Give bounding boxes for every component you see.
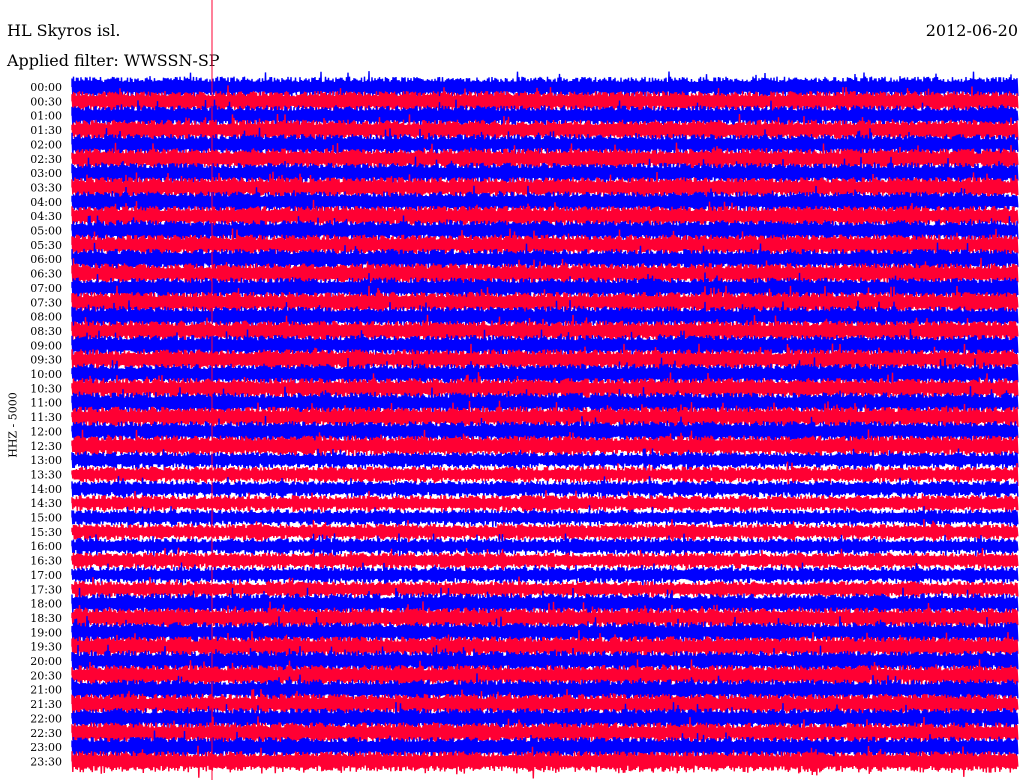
time-label-0230: 02:30 xyxy=(30,153,62,166)
time-label-1300: 13:00 xyxy=(30,454,62,467)
time-label-2100: 21:00 xyxy=(30,684,62,697)
time-label-1100: 11:00 xyxy=(30,397,62,410)
time-label-1430: 14:30 xyxy=(30,497,62,510)
time-label-1400: 14:00 xyxy=(30,483,62,496)
time-label-0300: 03:00 xyxy=(30,167,62,180)
time-label-0330: 03:30 xyxy=(30,181,62,194)
time-label-0400: 04:00 xyxy=(30,196,62,209)
time-label-0800: 08:00 xyxy=(30,311,62,324)
time-label-1730: 17:30 xyxy=(30,583,62,596)
helicorder-plot: 00:0000:30 01:0001:3002:00 02:3003:0003:30… xyxy=(30,0,1019,780)
time-label-1900: 19:00 xyxy=(30,626,62,639)
time-label-1630: 16:30 xyxy=(30,555,62,568)
time-labels: 00:0000:30 01:0001:3002:00 02:3003:0003:30… xyxy=(30,81,62,768)
time-label-0030: 00:30 xyxy=(30,95,62,108)
time-label-2230: 22:30 xyxy=(30,727,62,740)
time-label-2130: 21:30 xyxy=(30,698,62,711)
trace-rows xyxy=(71,71,1019,779)
time-label-1130: 11:30 xyxy=(30,411,62,424)
time-label-2200: 22:00 xyxy=(30,712,62,725)
time-label-1500: 15:00 xyxy=(30,512,62,525)
time-label-0130: 01:30 xyxy=(30,124,62,137)
time-label-0100: 01:00 xyxy=(30,110,62,123)
time-label-0630: 06:30 xyxy=(30,268,62,281)
time-label-1800: 18:00 xyxy=(30,598,62,611)
time-label-0730: 07:30 xyxy=(30,296,62,309)
time-label-0830: 08:30 xyxy=(30,325,62,338)
time-label-0600: 06:00 xyxy=(30,253,62,266)
time-label-0430: 04:30 xyxy=(30,210,62,223)
time-label-2000: 20:00 xyxy=(30,655,62,668)
time-label-0200: 02:00 xyxy=(30,138,62,151)
time-label-2330: 23:30 xyxy=(30,755,62,768)
time-label-0530: 05:30 xyxy=(30,239,62,252)
time-label-1530: 15:30 xyxy=(30,526,62,539)
time-label-1330: 13:30 xyxy=(30,468,62,481)
time-label-2300: 23:00 xyxy=(30,741,62,754)
time-label-1030: 10:30 xyxy=(30,382,62,395)
time-label-0930: 09:30 xyxy=(30,354,62,367)
time-label-1200: 12:00 xyxy=(30,425,62,438)
time-label-0700: 07:00 xyxy=(30,282,62,295)
time-label-0500: 05:00 xyxy=(30,225,62,238)
time-label-1230: 12:30 xyxy=(30,440,62,453)
time-label-1930: 19:30 xyxy=(30,641,62,654)
time-label-1830: 18:30 xyxy=(30,612,62,625)
time-label-0900: 09:00 xyxy=(30,339,62,352)
time-label-1700: 17:00 xyxy=(30,569,62,582)
time-label-1600: 16:00 xyxy=(30,540,62,553)
time-label-0000: 00:00 xyxy=(30,81,62,94)
time-label-1000: 10:00 xyxy=(30,368,62,381)
time-label-2030: 20:30 xyxy=(30,669,62,682)
